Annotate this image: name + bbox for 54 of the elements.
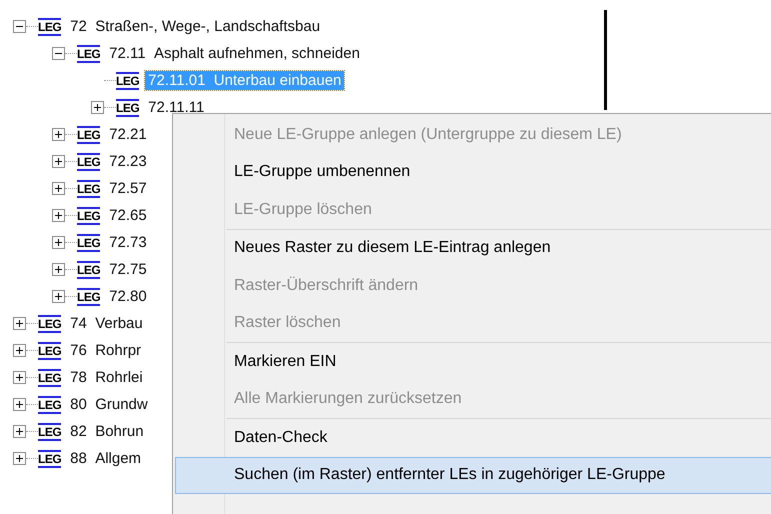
tree-item[interactable]: 72.65 bbox=[106, 206, 150, 225]
expand-icon[interactable] bbox=[13, 371, 26, 384]
menu-item[interactable]: Suchen (im Raster) entfernter LEs in zugehöriger LE-Gruppe bbox=[175, 456, 771, 494]
menu-item[interactable]: Neues Raster zu diesem LE-Eintrag anlegen bbox=[175, 230, 771, 267]
expand-icon[interactable] bbox=[52, 155, 65, 168]
tree-item[interactable]: 72.73 bbox=[106, 233, 150, 252]
menu-item[interactable]: Markieren EIN bbox=[175, 343, 771, 380]
group-badge: LEG bbox=[77, 152, 100, 170]
expand-icon[interactable] bbox=[91, 101, 104, 114]
tree-item[interactable]: 72.11.11 bbox=[145, 98, 208, 117]
group-badge: LEG bbox=[38, 422, 62, 440]
tree-item[interactable]: 72 Straßen-, Wege-, Landschaftsbau bbox=[67, 17, 324, 36]
expand-icon[interactable] bbox=[13, 344, 26, 357]
group-badge: LEG bbox=[38, 396, 62, 414]
tree-item[interactable]: 72.23 bbox=[106, 152, 150, 171]
expand-icon[interactable] bbox=[52, 209, 65, 222]
group-badge: LEG bbox=[77, 260, 100, 278]
expand-icon[interactable] bbox=[13, 317, 26, 330]
group-badge: LEG bbox=[77, 44, 100, 62]
group-badge: LEG bbox=[38, 450, 62, 468]
collapse-icon[interactable] bbox=[13, 20, 26, 33]
expand-icon[interactable] bbox=[52, 290, 65, 303]
group-badge: LEG bbox=[77, 288, 100, 306]
group-badge: LEG bbox=[116, 72, 140, 90]
tree-item[interactable]: 80 Grundw bbox=[67, 395, 151, 414]
tree-item[interactable]: 76 Rohrpr bbox=[67, 341, 144, 360]
group-badge: LEG bbox=[77, 180, 100, 198]
tree-item[interactable]: 78 Rohrlei bbox=[67, 368, 146, 387]
tree-item[interactable]: 72.57 bbox=[106, 179, 150, 198]
group-badge: LEG bbox=[116, 98, 140, 116]
group-badge: LEG bbox=[77, 206, 100, 224]
expand-icon[interactable] bbox=[13, 452, 26, 465]
group-badge: LEG bbox=[38, 314, 62, 332]
expand-icon[interactable] bbox=[52, 182, 65, 195]
tree-item[interactable]: 72.11 Asphalt aufnehmen, schneiden bbox=[106, 44, 363, 63]
menu-item[interactable]: LE-Gruppe umbenennen bbox=[175, 154, 771, 191]
collapse-icon[interactable] bbox=[52, 47, 65, 60]
tree-item[interactable]: 72.80 bbox=[106, 287, 150, 306]
tree-item[interactable]: 72.21 bbox=[106, 125, 150, 144]
group-badge: LEG bbox=[38, 368, 62, 386]
expand-icon[interactable] bbox=[13, 398, 26, 411]
expand-icon[interactable] bbox=[52, 263, 65, 276]
tree-item[interactable]: 74 Verbau bbox=[67, 314, 146, 333]
expand-icon[interactable] bbox=[13, 425, 26, 438]
group-badge: LEG bbox=[77, 126, 100, 144]
tree-item[interactable]: 72.75 bbox=[106, 260, 150, 279]
group-badge: LEG bbox=[38, 18, 62, 36]
menu-item[interactable]: Daten-Check bbox=[175, 419, 771, 456]
tree-item[interactable]: 82 Bohrun bbox=[67, 422, 147, 441]
expand-icon[interactable] bbox=[52, 236, 65, 249]
group-badge: LEG bbox=[77, 234, 100, 252]
tree-item[interactable]: 88 Allgem bbox=[67, 449, 144, 468]
group-badge: LEG bbox=[38, 342, 62, 360]
expand-icon[interactable] bbox=[52, 128, 65, 141]
